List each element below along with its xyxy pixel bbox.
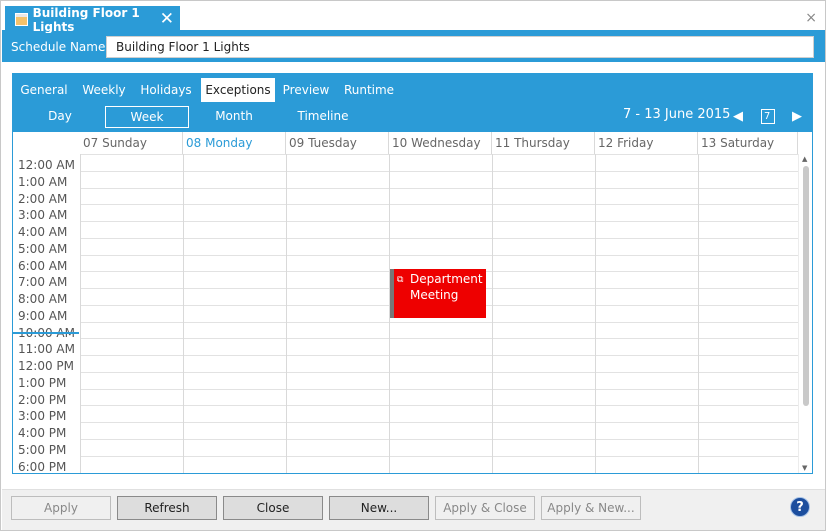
calendar-icon	[15, 13, 28, 26]
time-label: 1:00 PM	[18, 376, 67, 390]
day-column-divider	[183, 154, 184, 473]
day-header-monday: 08 Monday	[183, 132, 286, 154]
schedule-toolbar: General Weekly Holidays Exceptions Previ…	[13, 74, 812, 132]
window-close-icon[interactable]: ×	[805, 10, 817, 26]
time-label: 3:00 PM	[18, 409, 67, 423]
tab-exceptions[interactable]: Exceptions	[201, 78, 275, 102]
hour-gridline	[80, 238, 798, 239]
view-week[interactable]: Week	[105, 106, 189, 128]
recurrence-icon: ⧉	[397, 275, 404, 285]
hour-gridline	[80, 322, 798, 323]
calendar-picker-icon[interactable]: 7	[761, 109, 775, 124]
tab-close-icon[interactable]: ✕	[160, 9, 174, 29]
day-column-divider	[80, 154, 81, 473]
time-label: 11:00 AM	[18, 342, 75, 356]
view-timeline[interactable]: Timeline	[295, 106, 351, 128]
day-header-saturday: 13 Saturday	[698, 132, 798, 154]
time-label: 6:00 AM	[18, 259, 68, 273]
time-label: 2:00 PM	[18, 393, 67, 407]
close-button[interactable]: Close	[223, 496, 323, 520]
scroll-up-icon[interactable]: ▲	[802, 155, 807, 163]
next-arrow-icon[interactable]: ▶	[792, 109, 802, 124]
hour-gridline	[80, 221, 798, 222]
apply-close-button[interactable]: Apply & Close	[435, 496, 535, 520]
tab-general[interactable]: General	[19, 78, 69, 102]
hour-gridline	[80, 456, 798, 457]
day-header-friday: 12 Friday	[595, 132, 698, 154]
time-label: 2:00 AM	[18, 192, 68, 206]
time-label: 4:00 AM	[18, 225, 68, 239]
scroll-down-icon[interactable]: ▼	[802, 464, 807, 472]
week-grid[interactable]: 12:00 AM 1:00 AM 2:00 AM 3:00 AM 4:00 AM 5:00…	[13, 132, 812, 473]
hour-gridline	[80, 372, 798, 373]
button-bar: Apply Refresh Close New... Apply & Close…	[2, 489, 825, 530]
help-icon[interactable]: ?	[790, 497, 810, 517]
hour-gridline	[80, 405, 798, 406]
hour-gridline	[80, 439, 798, 440]
tab-preview[interactable]: Preview	[281, 78, 331, 102]
day-header-wednesday: 10 Wednesday	[389, 132, 492, 154]
current-time-marker	[13, 332, 79, 334]
tab-weekly[interactable]: Weekly	[79, 78, 129, 102]
view-day[interactable]: Day	[37, 106, 83, 128]
hour-gridline	[80, 154, 798, 155]
exception-event[interactable]: ⧉ Department Meeting	[394, 269, 486, 318]
calendar-picker-day: 7	[764, 111, 771, 122]
hour-gridline	[80, 204, 798, 205]
time-label: 1:00 AM	[18, 175, 68, 189]
document-tab[interactable]: Building Floor 1 Lights ✕	[5, 5, 180, 34]
document-tabstrip: Building Floor 1 Lights ✕ ×	[2, 2, 825, 34]
time-label: 4:00 PM	[18, 426, 67, 440]
time-label: 12:00 PM	[18, 359, 74, 373]
previous-arrow-icon[interactable]: ◀	[733, 109, 743, 124]
time-label: 9:00 AM	[18, 309, 68, 323]
hour-gridline	[80, 389, 798, 390]
apply-new-button[interactable]: Apply & New...	[541, 496, 641, 520]
schedule-name-row: Schedule Name:	[2, 33, 825, 62]
new-button[interactable]: New...	[329, 496, 429, 520]
tab-runtime[interactable]: Runtime	[341, 78, 397, 102]
scrollbar-thumb[interactable]	[803, 166, 809, 406]
schedule-window: Building Floor 1 Lights ✕ × Schedule Nam…	[0, 0, 826, 531]
time-label: 7:00 AM	[18, 275, 68, 289]
day-header-tuesday: 09 Tuesday	[286, 132, 389, 154]
schedule-name-input[interactable]	[106, 36, 814, 58]
hour-gridline	[80, 255, 798, 256]
hour-gridline	[80, 422, 798, 423]
document-tab-title: Building Floor 1 Lights	[32, 5, 140, 34]
day-column-divider	[286, 154, 287, 473]
date-range: 7 - 13 June 2015	[623, 107, 731, 122]
schedule-panel: General Weekly Holidays Exceptions Previ…	[12, 73, 813, 474]
view-month[interactable]: Month	[209, 106, 259, 128]
hour-gridline	[80, 171, 798, 172]
hour-gridline	[80, 355, 798, 356]
time-label: 12:00 AM	[18, 158, 75, 172]
hour-gridline	[80, 188, 798, 189]
time-label: 5:00 PM	[18, 443, 67, 457]
time-label: 3:00 AM	[18, 208, 68, 222]
hour-gridline	[80, 338, 798, 339]
event-title: Department Meeting	[410, 272, 483, 302]
day-header-thursday: 11 Thursday	[492, 132, 595, 154]
time-label: 8:00 AM	[18, 292, 68, 306]
day-column-divider	[698, 154, 699, 473]
tab-holidays[interactable]: Holidays	[139, 78, 193, 102]
apply-button[interactable]: Apply	[11, 496, 111, 520]
day-column-divider	[595, 154, 596, 473]
schedule-name-label: Schedule Name:	[11, 40, 110, 54]
refresh-button[interactable]: Refresh	[117, 496, 217, 520]
time-label: 6:00 PM	[18, 460, 67, 473]
day-column-divider	[492, 154, 493, 473]
day-header-sunday: 07 Sunday	[80, 132, 183, 154]
vertical-scrollbar[interactable]: ▲ ▼	[798, 154, 812, 473]
time-label: 5:00 AM	[18, 242, 68, 256]
